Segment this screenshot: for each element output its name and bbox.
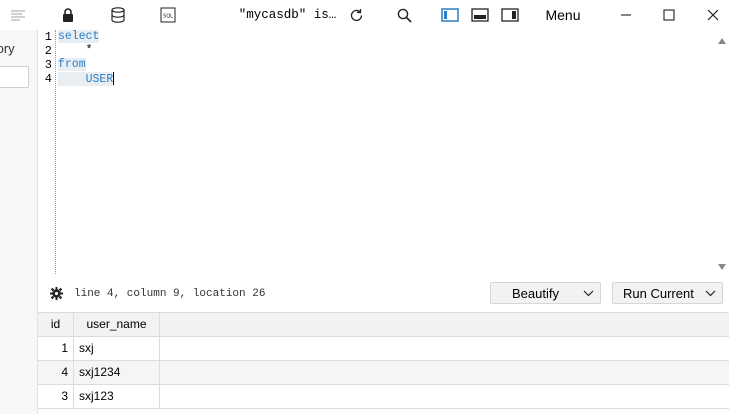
code-text: * — [58, 44, 93, 57]
line-number: 1 — [44, 30, 52, 44]
beautify-button[interactable]: Beautify — [490, 282, 601, 304]
sidebar: tory — [0, 30, 38, 414]
beautify-label: Beautify — [512, 285, 559, 301]
current-code-line: USER — [58, 72, 115, 86]
sidebar-filter-input[interactable] — [0, 66, 29, 88]
column-header-id[interactable]: id — [38, 313, 74, 336]
code-line: * — [58, 44, 114, 58]
search-icon[interactable] — [394, 0, 414, 30]
cell-id: 1 — [38, 337, 74, 360]
close-icon[interactable] — [703, 0, 723, 30]
cell-user-name: sxj — [74, 337, 160, 360]
window-title-text: "mycasdb" is… — [238, 8, 337, 22]
refresh-icon[interactable] — [346, 0, 366, 30]
lock-icon[interactable] — [58, 0, 78, 30]
sql-icon[interactable]: SQL — [158, 0, 178, 30]
code-line: select — [58, 30, 114, 44]
code-area[interactable]: select * from USER — [58, 30, 115, 86]
database-icon[interactable] — [108, 0, 128, 30]
table-row[interactable]: 4 sxj1234 — [38, 361, 729, 385]
line-number-gutter: 1 2 3 4 — [38, 30, 56, 274]
sql-editor[interactable]: 1 2 3 4 select * from USER — [38, 30, 729, 278]
chevron-down-icon — [705, 290, 716, 296]
maximize-icon[interactable] — [659, 0, 679, 30]
toolbar: SQL "mycasdb" is… Menu — [0, 0, 729, 30]
table-row[interactable]: 1 sxj — [38, 337, 729, 361]
layout-bottom-icon[interactable] — [470, 0, 490, 30]
list-icon[interactable] — [8, 0, 28, 30]
cell-id: 4 — [38, 361, 74, 384]
table-name: USER — [85, 72, 114, 86]
line-number: 2 — [44, 44, 52, 58]
menu-label: Menu — [545, 7, 581, 23]
results-table: id user_name 1 sxj 4 sxj1234 3 sxj123 — [38, 312, 729, 415]
svg-text:SQL: SQL — [163, 14, 173, 20]
keyword-select: select — [58, 30, 100, 43]
layout-left-icon[interactable] — [440, 0, 460, 30]
scroll-down-arrow-icon[interactable] — [718, 264, 726, 270]
table-row[interactable]: 3 sxj123 — [38, 385, 729, 409]
chevron-down-icon — [583, 290, 594, 296]
gear-icon[interactable] — [50, 287, 63, 305]
line-number: 4 — [44, 72, 52, 86]
cursor-position-text: line 4, column 9, location 26 — [74, 288, 266, 300]
keyword-from: from — [58, 58, 86, 71]
text-caret — [113, 72, 115, 85]
line-number: 3 — [44, 58, 52, 72]
column-header-user-name[interactable]: user_name — [74, 313, 160, 336]
run-current-label: Run Current — [623, 285, 694, 301]
cell-id: 3 — [38, 385, 74, 408]
editor-status-bar: line 4, column 9, location 26 Beautify R… — [38, 278, 729, 310]
sidebar-history-label[interactable]: tory — [0, 41, 15, 56]
run-current-button[interactable]: Run Current — [612, 282, 723, 304]
scroll-up-arrow-icon[interactable] — [718, 38, 726, 44]
window-title: "mycasdb" is… — [238, 0, 337, 30]
editor-scrollbar[interactable] — [715, 30, 729, 278]
layout-right-icon[interactable] — [500, 0, 520, 30]
cell-user-name: sxj1234 — [74, 361, 160, 384]
table-header-row: id user_name — [38, 313, 729, 337]
code-line: from — [58, 58, 114, 72]
menu-button[interactable]: Menu — [540, 0, 586, 30]
minimize-icon[interactable] — [616, 0, 636, 30]
cell-user-name: sxj123 — [74, 385, 160, 408]
